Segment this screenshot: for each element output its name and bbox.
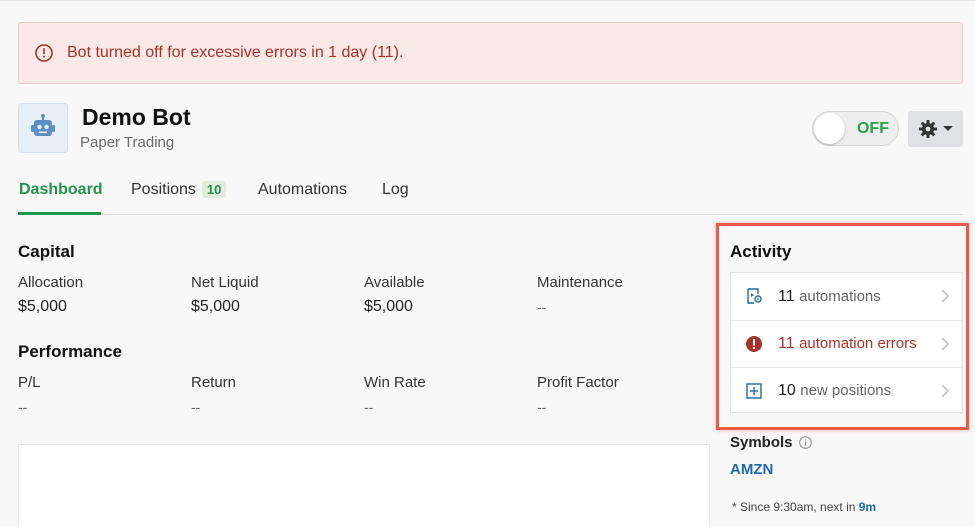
symbols-title: Symbols xyxy=(730,434,793,451)
capital-title: Capital xyxy=(18,242,75,261)
bot-name: Demo Bot xyxy=(82,104,191,130)
gear-icon xyxy=(918,120,937,138)
return-value: -- xyxy=(191,399,201,415)
profit-factor-label: Profit Factor xyxy=(537,374,619,391)
robot-icon xyxy=(31,114,55,136)
pl-value: -- xyxy=(18,399,28,415)
bot-on-off-toggle[interactable]: OFF xyxy=(812,111,899,146)
bot-avatar xyxy=(18,103,68,153)
pl-label: P/L xyxy=(18,374,41,391)
error-alert-banner: Bot turned off for excessive errors in 1… xyxy=(18,22,963,84)
bot-tabs: Dashboard Positions 10 Automations Log xyxy=(18,171,963,215)
tab-automations[interactable]: Automations xyxy=(258,181,347,199)
symbols-schedule-note: * Since 9:30am, next in 9m xyxy=(732,500,876,514)
tab-log-label: Log xyxy=(382,181,409,198)
profit-factor-value: -- xyxy=(537,399,547,415)
schedule-note-text: * Since 9:30am, next in xyxy=(732,500,856,514)
toggle-label: OFF xyxy=(857,120,889,137)
alert-circle-icon xyxy=(35,44,53,62)
available-value: $5,000 xyxy=(364,298,413,315)
allocation-value: $5,000 xyxy=(18,298,67,315)
win-rate-label: Win Rate xyxy=(364,374,426,391)
net-liquid-value: $5,000 xyxy=(191,298,240,315)
allocation-label: Allocation xyxy=(18,274,84,291)
return-label: Return xyxy=(191,374,237,391)
tab-log[interactable]: Log xyxy=(382,181,409,199)
performance-chart-panel xyxy=(18,444,710,527)
tab-dashboard-label: Dashboard xyxy=(19,181,103,198)
tab-automations-label: Automations xyxy=(258,181,347,198)
active-tab-underline xyxy=(18,212,101,215)
settings-menu-button[interactable] xyxy=(908,111,963,147)
win-rate-value: -- xyxy=(364,399,374,415)
info-icon[interactable] xyxy=(799,436,812,449)
tab-dashboard[interactable]: Dashboard xyxy=(19,181,103,199)
maintenance-label: Maintenance xyxy=(537,274,623,291)
toggle-knob xyxy=(814,113,845,144)
positions-count-badge: 10 xyxy=(201,181,227,198)
alert-message: Bot turned off for excessive errors in 1… xyxy=(67,44,404,61)
tab-positions[interactable]: Positions 10 xyxy=(131,181,227,199)
available-label: Available xyxy=(364,274,425,291)
symbol-link-amzn[interactable]: AMZN xyxy=(730,461,773,478)
performance-title: Performance xyxy=(18,342,122,361)
bot-mode: Paper Trading xyxy=(80,134,175,151)
tab-positions-label: Positions xyxy=(131,181,196,198)
next-run-time: 9m xyxy=(858,500,877,514)
activity-highlight-box xyxy=(716,223,969,430)
caret-down-icon xyxy=(942,126,953,131)
maintenance-value: -- xyxy=(537,299,547,315)
net-liquid-label: Net Liquid xyxy=(191,274,259,291)
top-divider xyxy=(0,0,975,3)
